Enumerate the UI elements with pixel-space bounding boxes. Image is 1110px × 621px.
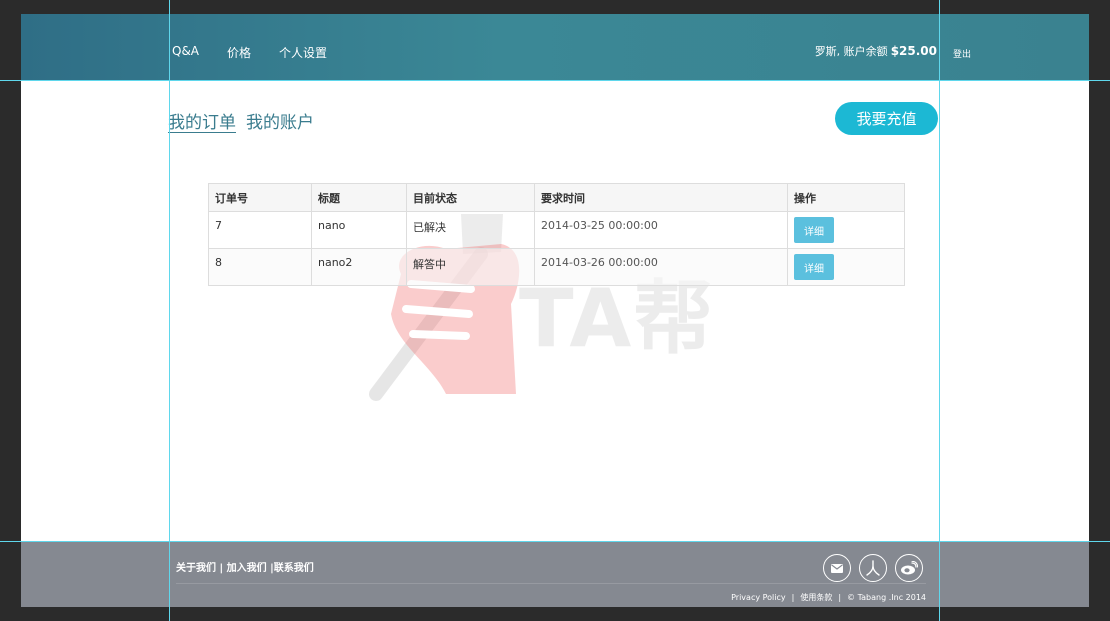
copyright-text: © Tabang .Inc 2014 (847, 593, 926, 602)
user-name-balance-label: 罗斯, 账户余额 (814, 45, 888, 58)
layout-guide-bottom (0, 541, 1110, 542)
weibo-icon[interactable] (895, 554, 923, 582)
browser-canvas: Q&A 价格 个人设置 罗斯, 账户余额 $25.00 登出 我的订单 我的账户… (21, 14, 1089, 607)
main-nav: Q&A 价格 个人设置 (172, 44, 327, 61)
orders-table: 订单号 标题 目前状态 要求时间 操作 7 nano 已解决 2014-03-2… (208, 183, 905, 286)
column-header-order-id: 订单号 (208, 183, 312, 212)
top-nav-bar: Q&A 价格 个人设置 罗斯, 账户余额 $25.00 登出 (21, 14, 1089, 80)
tab-my-orders[interactable]: 我的订单 (168, 108, 236, 133)
order-id: 8 (208, 248, 312, 286)
table-row: 8 nano2 解答中 2014-03-26 00:00:00 详细 (208, 248, 905, 286)
layout-guide-left (169, 0, 170, 621)
table-row: 7 nano 已解决 2014-03-25 00:00:00 详细 (208, 211, 905, 249)
mail-icon[interactable] (823, 554, 851, 582)
nav-item-settings[interactable]: 个人设置 (279, 44, 327, 61)
footer-link-about[interactable]: 关于我们 (176, 563, 216, 574)
account-summary: 罗斯, 账户余额 $25.00 (815, 43, 937, 59)
privacy-policy-link[interactable]: Privacy Policy (731, 593, 786, 602)
footer-link-join[interactable]: 加入我们 (227, 563, 267, 574)
column-header-action: 操作 (787, 183, 905, 212)
order-title: nano (311, 211, 407, 249)
layout-guide-right (939, 0, 940, 621)
column-header-status: 目前状态 (406, 183, 535, 212)
page-footer: 关于我们 | 加入我们 |联系我们 Privacy Policy | 使用条款 | © … (21, 542, 1089, 607)
logout-link[interactable]: 登出 (953, 47, 971, 60)
terms-of-use-link[interactable]: 使用条款 (800, 593, 832, 602)
order-detail-button[interactable]: 详细 (794, 217, 834, 243)
order-action-cell: 详细 (787, 211, 905, 249)
account-tabs: 我的订单 我的账户 (168, 108, 314, 133)
footer-link-contact[interactable]: 联系我们 (274, 563, 314, 574)
order-time: 2014-03-25 00:00:00 (534, 211, 788, 249)
footer-links: 关于我们 | 加入我们 |联系我们 (176, 563, 314, 574)
social-links (823, 554, 923, 582)
renren-icon[interactable] (859, 554, 887, 582)
account-balance: $25.00 (890, 44, 937, 58)
order-status: 已解决 (406, 211, 535, 249)
column-header-time: 要求时间 (534, 183, 788, 212)
order-time: 2014-03-26 00:00:00 (534, 248, 788, 286)
column-header-title: 标题 (311, 183, 407, 212)
order-status: 解答中 (406, 248, 535, 286)
tab-my-account[interactable]: 我的账户 (246, 108, 314, 133)
order-action-cell: 详细 (787, 248, 905, 286)
recharge-button[interactable]: 我要充值 (835, 102, 938, 135)
nav-item-pricing[interactable]: 价格 (227, 44, 251, 61)
footer-divider (176, 583, 926, 584)
order-id: 7 (208, 211, 312, 249)
layout-guide-top (0, 80, 1110, 81)
order-detail-button[interactable]: 详细 (794, 254, 834, 280)
table-header-row: 订单号 标题 目前状态 要求时间 操作 (208, 183, 905, 212)
order-title: nano2 (311, 248, 407, 286)
footer-legal: Privacy Policy | 使用条款 | © Tabang .Inc 2014 (731, 593, 926, 602)
nav-item-qa[interactable]: Q&A (172, 44, 199, 61)
